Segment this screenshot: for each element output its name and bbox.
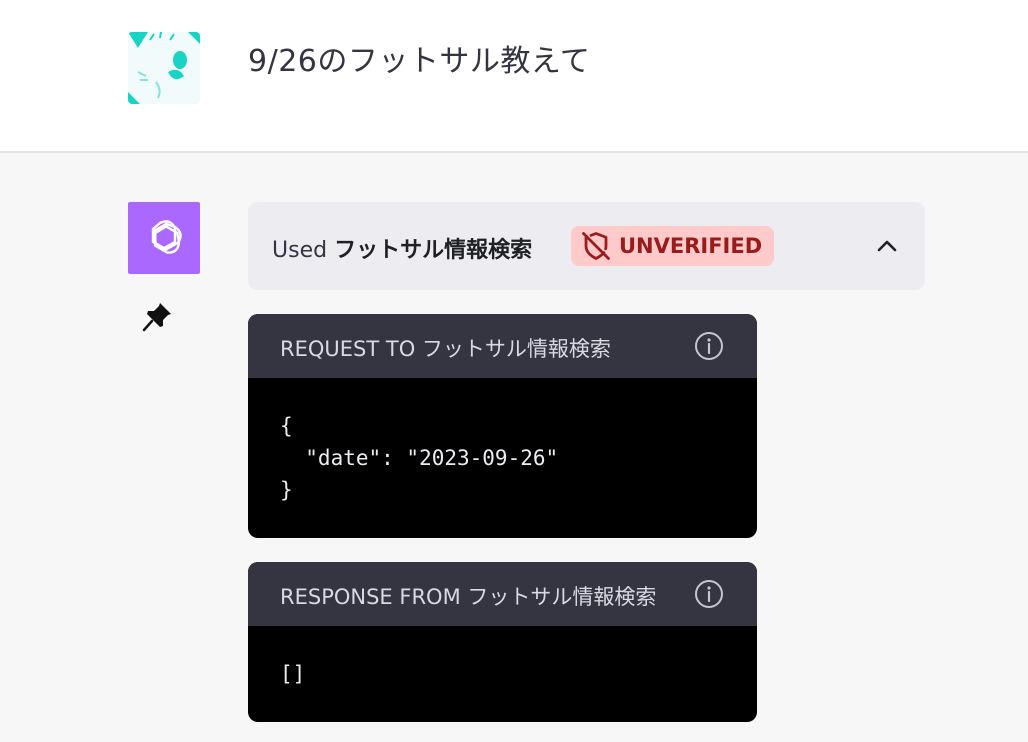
response-code: [] [280, 662, 306, 686]
user-message-text: 9/26のフットサル教えて [248, 44, 591, 79]
unverified-badge: UNVERIFIED [571, 226, 775, 266]
used-prefix: Used [272, 238, 328, 263]
request-card: REQUEST TO フットサル情報検索 { "date": "2023-09-… [248, 314, 757, 538]
plugin-used-bar[interactable]: Used フットサル情報検索 UNVERIFIED [248, 202, 925, 290]
user-message-row: 9/26のフットサル教えて [0, 0, 1028, 153]
request-code: { "date": "2023-09-26" } [280, 414, 559, 502]
pin-icon[interactable] [142, 300, 174, 332]
request-title: REQUEST TO フットサル情報検索 [280, 337, 611, 361]
chevron-up-icon[interactable] [875, 236, 899, 256]
unverified-badge-label: UNVERIFIED [619, 234, 763, 258]
openai-logo-icon [151, 220, 182, 254]
user-avatar [128, 32, 200, 104]
request-header: REQUEST TO フットサル情報検索 [248, 314, 757, 378]
shield-off-icon [582, 232, 610, 260]
chatgpt-avatar [128, 202, 200, 274]
response-title: RESPONSE FROM フットサル情報検索 [280, 585, 657, 609]
plugin-name: フットサル情報検索 [334, 238, 533, 263]
plugin-used-label: Used フットサル情報検索 [272, 232, 532, 264]
info-icon[interactable] [693, 578, 725, 610]
response-card: RESPONSE FROM フットサル情報検索 [] [248, 562, 757, 722]
response-header: RESPONSE FROM フットサル情報検索 [248, 562, 757, 626]
info-icon[interactable] [693, 330, 725, 362]
